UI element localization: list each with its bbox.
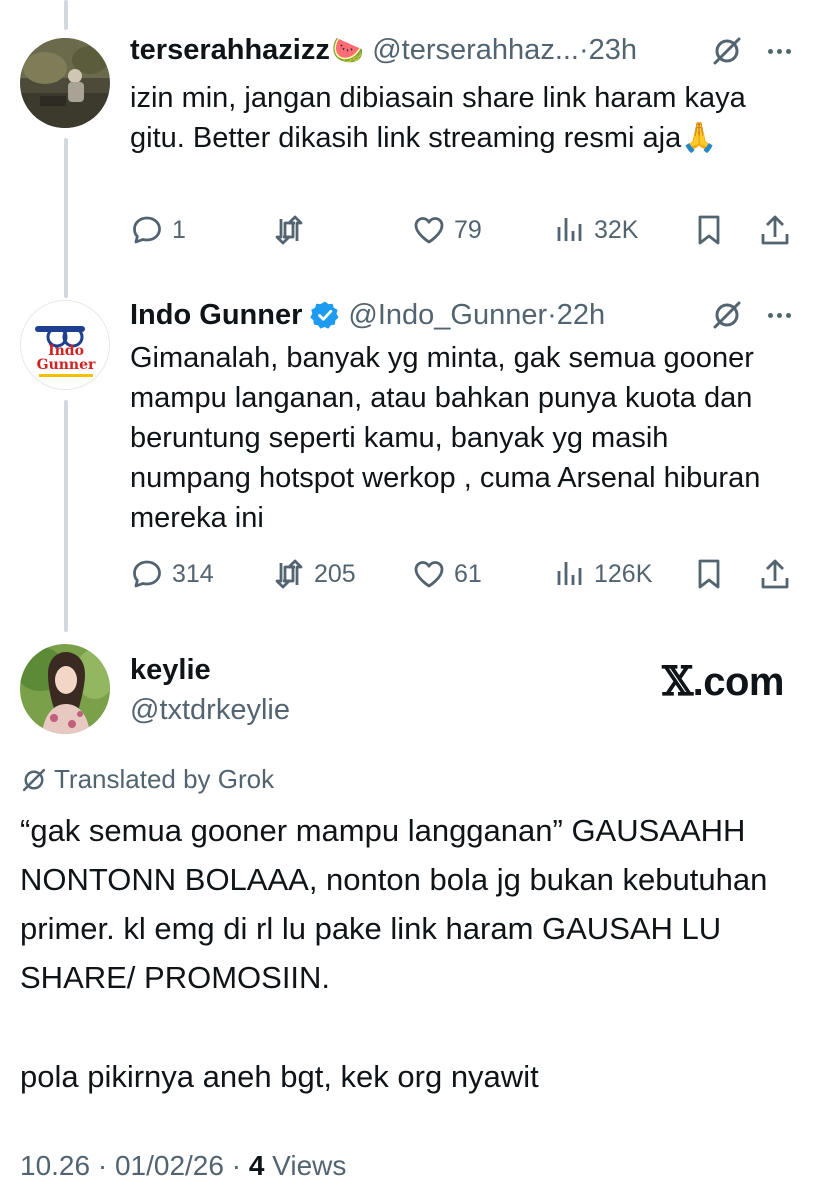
more-options-icon[interactable] bbox=[762, 298, 796, 332]
grok-icon[interactable] bbox=[710, 298, 744, 332]
like-button[interactable]: 79 bbox=[412, 210, 482, 250]
reply-count: 1 bbox=[172, 215, 186, 244]
like-count: 79 bbox=[454, 215, 482, 244]
user-handle[interactable]: @terserahhaz... bbox=[372, 34, 579, 67]
views-count: 32K bbox=[594, 215, 639, 244]
grok-icon[interactable] bbox=[710, 34, 744, 68]
tweet-text: izin min, jangan dibiasain share link ha… bbox=[130, 82, 746, 154]
retweet-icon bbox=[275, 559, 303, 589]
svg-text:Gunner: Gunner bbox=[37, 357, 96, 373]
reply-button[interactable]: 314 bbox=[130, 554, 214, 594]
retweet-button[interactable]: 205 bbox=[272, 554, 356, 594]
retweet-icon bbox=[275, 215, 303, 245]
bookmark-icon bbox=[698, 215, 720, 245]
reply-button[interactable]: 1 bbox=[130, 210, 186, 250]
tweet-paragraph-2: pola pikirnya aneh bgt, kek org nyawit bbox=[20, 1059, 539, 1094]
tweet-meta: 10.26 · 01/02/26 · 4 Views bbox=[20, 1150, 346, 1182]
reply-tweet-1[interactable]: terserahhazizz 🍉 @terserahhaz... ·23h iz… bbox=[0, 0, 818, 270]
retweet-button[interactable] bbox=[272, 210, 314, 250]
share-button[interactable] bbox=[758, 554, 792, 594]
avatar[interactable] bbox=[20, 644, 110, 734]
views-count: 126K bbox=[594, 559, 653, 588]
watermelon-emoji: 🍉 bbox=[331, 34, 365, 65]
timestamp[interactable]: ·23h bbox=[579, 34, 637, 67]
tweet-text: Gimanalah, banyak yg minta, gak semua go… bbox=[130, 342, 761, 534]
display-name[interactable]: Indo Gunner bbox=[130, 299, 302, 332]
xcom-watermark: 𝕏.com bbox=[662, 658, 784, 705]
views-button[interactable]: 126K bbox=[552, 554, 652, 594]
tweet-header: Indo Gunner @Indo_Gunner ·22h bbox=[130, 295, 798, 335]
heart-icon bbox=[414, 561, 444, 588]
translated-by-grok[interactable]: Translated by Grok bbox=[20, 764, 274, 795]
action-bar: 314 205 61 126K bbox=[130, 554, 798, 594]
reply-tweet-2[interactable]: Indo Gunner Indo Gunner @Indo_Gunner ·22… bbox=[0, 280, 818, 620]
watermark-domain: .com bbox=[692, 660, 785, 704]
main-tweet-text-2: pola pikirnya aneh bgt, kek org nyawit bbox=[20, 1052, 788, 1101]
share-button[interactable] bbox=[758, 210, 792, 250]
translated-label: Translated by Grok bbox=[54, 764, 275, 794]
action-bar: 1 79 32K bbox=[130, 210, 798, 250]
display-name[interactable]: keylie bbox=[130, 654, 211, 687]
tweet-header: terserahhazizz 🍉 @terserahhaz... ·23h bbox=[130, 30, 798, 70]
views-icon bbox=[557, 562, 582, 585]
user-handle[interactable]: @txtdrkeylie bbox=[130, 694, 290, 727]
main-tweet-text: “gak semua gooner mampu langganan” GAUSA… bbox=[20, 806, 788, 1002]
retweet-count: 205 bbox=[314, 559, 356, 588]
views-icon bbox=[557, 218, 582, 241]
views-label: Views bbox=[264, 1150, 347, 1181]
heart-icon bbox=[414, 217, 444, 244]
views-button[interactable]: 32K bbox=[552, 210, 638, 250]
like-count: 61 bbox=[454, 559, 482, 588]
reply-icon bbox=[133, 560, 161, 588]
display-name[interactable]: terserahhazizz bbox=[130, 34, 330, 67]
timestamp[interactable]: ·22h bbox=[547, 299, 605, 332]
share-icon bbox=[761, 215, 789, 245]
more-options-icon[interactable] bbox=[762, 34, 796, 68]
views-count: 4 bbox=[248, 1150, 265, 1181]
like-button[interactable]: 61 bbox=[412, 554, 482, 594]
grok-icon bbox=[22, 768, 46, 791]
x-logo-icon: 𝕏 bbox=[662, 658, 693, 705]
share-icon bbox=[761, 559, 789, 589]
bookmark-icon bbox=[698, 559, 720, 589]
reply-count: 314 bbox=[172, 559, 214, 588]
bookmark-button[interactable] bbox=[692, 554, 726, 594]
post-timestamp[interactable]: 10.26 · 01/02/26 · bbox=[20, 1150, 249, 1181]
reply-icon bbox=[133, 216, 161, 244]
verified-badge-icon bbox=[310, 301, 339, 329]
tweet-paragraph-1: “gak semua gooner mampu langganan” GAUSA… bbox=[20, 813, 768, 995]
bookmark-button[interactable] bbox=[692, 210, 726, 250]
user-handle[interactable]: @Indo_Gunner bbox=[348, 299, 547, 332]
avatar[interactable] bbox=[20, 38, 110, 128]
avatar[interactable]: Indo Gunner bbox=[20, 300, 110, 390]
